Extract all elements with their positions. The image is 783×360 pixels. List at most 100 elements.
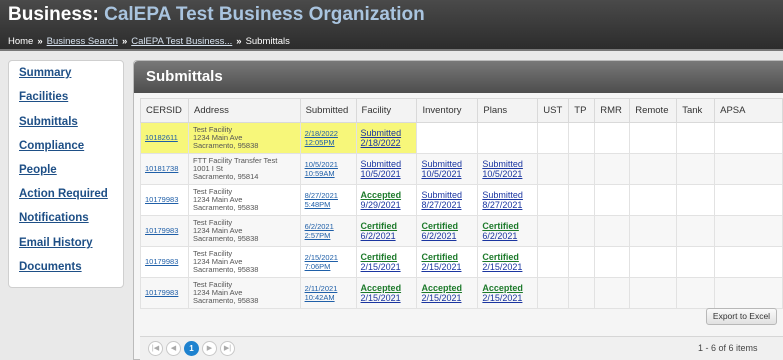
- first-page-icon[interactable]: |◀: [148, 341, 163, 356]
- breadcrumb-business[interactable]: CalEPA Test Business...: [131, 36, 232, 47]
- facility-date-link[interactable]: 2/15/2021: [361, 293, 413, 303]
- sidebar-item-summary[interactable]: Summary: [19, 67, 71, 79]
- sidebar-item-action-required[interactable]: Action Required: [19, 188, 108, 200]
- col-header-submitted[interactable]: Submitted: [299, 98, 357, 123]
- plans-status-link[interactable]: Certified: [482, 252, 533, 262]
- submitted-time-link[interactable]: 10:59AM: [305, 169, 352, 178]
- plans-status-link[interactable]: Certified: [482, 221, 533, 231]
- facility-date-link[interactable]: 10/5/2021: [361, 169, 413, 179]
- inventory-status-link[interactable]: Accepted: [421, 283, 473, 293]
- pager-bar: [140, 336, 783, 360]
- sidebar-item-people[interactable]: People: [19, 164, 57, 176]
- submitted-time-link[interactable]: 7:06PM: [305, 262, 352, 271]
- submitted-cell: 10/5/2021 10:59AM: [299, 153, 357, 185]
- submitted-time-link[interactable]: 2:57PM: [305, 231, 352, 240]
- submitted-date-link[interactable]: 10/5/2021: [305, 160, 352, 169]
- sidebar-item-submittals[interactable]: Submittals: [19, 116, 78, 128]
- plans-date-link[interactable]: 2/15/2021: [482, 262, 533, 272]
- inventory-date-link[interactable]: 10/5/2021: [421, 169, 473, 179]
- inventory-status-link[interactable]: Submitted: [421, 190, 473, 200]
- plans-date-link[interactable]: 6/2/2021: [482, 231, 533, 241]
- col-header-facility[interactable]: Facility: [355, 98, 418, 123]
- submitted-date-link[interactable]: 2/18/2022: [305, 129, 352, 138]
- submitted-time-link[interactable]: 10:42AM: [305, 293, 352, 302]
- inventory-date-link[interactable]: 2/15/2021: [421, 262, 473, 272]
- cersid-link[interactable]: 10182611: [145, 133, 178, 142]
- facility-status-link[interactable]: Accepted: [361, 190, 413, 200]
- sidebar-item-documents[interactable]: Documents: [19, 261, 82, 273]
- panel-header: Submittals: [134, 61, 783, 93]
- col-header-rmr[interactable]: RMR: [594, 98, 631, 123]
- col-header-remote[interactable]: Remote: [629, 98, 678, 123]
- plans-status-link[interactable]: Submitted: [482, 159, 533, 169]
- facility-date-link[interactable]: 2/18/2022: [361, 138, 413, 148]
- title-prefix: Business:: [8, 4, 99, 25]
- prev-page-icon[interactable]: ◀: [166, 341, 181, 356]
- facility-date-link[interactable]: 6/2/2021: [361, 231, 413, 241]
- col-header-ust[interactable]: UST: [537, 98, 570, 123]
- facility-status-link[interactable]: Certified: [361, 252, 413, 262]
- inventory-date-link[interactable]: 2/15/2021: [421, 293, 473, 303]
- ust-cell: [537, 184, 570, 216]
- col-header-plans[interactable]: Plans: [477, 98, 539, 123]
- cersid-cell: 10179983: [140, 184, 189, 216]
- cersid-link[interactable]: 10179983: [145, 288, 178, 297]
- submitted-date-link[interactable]: 2/11/2021: [305, 284, 352, 293]
- cersid-link[interactable]: 10179983: [145, 257, 178, 266]
- last-page-icon[interactable]: ▶|: [220, 341, 235, 356]
- submittals-table: CERSID Address Submitted Facility Invent…: [140, 98, 783, 309]
- col-header-apsa[interactable]: APSA: [714, 98, 783, 123]
- submitted-date-link[interactable]: 6/2/2021: [305, 222, 352, 231]
- submitted-date-link[interactable]: 2/15/2021: [305, 253, 352, 262]
- facility-status-link[interactable]: Certified: [361, 221, 413, 231]
- sidebar-item-notifications[interactable]: Notifications: [19, 212, 89, 224]
- rmr-cell: [594, 184, 631, 216]
- plans-status-link[interactable]: Accepted: [482, 283, 533, 293]
- plans-date-link[interactable]: 10/5/2021: [482, 169, 533, 179]
- apsa-cell: [714, 184, 783, 216]
- plans-date-link[interactable]: 2/15/2021: [482, 293, 533, 303]
- address-line-3: Sacramento, 95838: [192, 234, 259, 243]
- submitted-date-link[interactable]: 8/27/2021: [305, 191, 352, 200]
- submitted-time-link[interactable]: 5:48PM: [305, 200, 352, 209]
- col-header-tp[interactable]: TP: [568, 98, 596, 123]
- facility-date-link[interactable]: 2/15/2021: [361, 262, 413, 272]
- remote-cell: [629, 184, 678, 216]
- sidebar-item-facilities[interactable]: Facilities: [19, 91, 68, 103]
- address-cell: FTT Facility Transfer Test 1001 I St Sacra…: [187, 153, 301, 185]
- inventory-status-link[interactable]: Submitted: [421, 159, 473, 169]
- cersid-link[interactable]: 10179983: [145, 195, 178, 204]
- inventory-status-link[interactable]: Certified: [421, 221, 473, 231]
- inventory-status-link[interactable]: Certified: [421, 252, 473, 262]
- current-page-button[interactable]: 1: [184, 341, 199, 356]
- cersid-link[interactable]: 10179983: [145, 226, 178, 235]
- table-row: 10179983 Test Facility 1234 Main Ave Sacra…: [140, 184, 783, 216]
- plans-status-link[interactable]: Submitted: [482, 190, 533, 200]
- col-header-cersid[interactable]: CERSID: [140, 98, 189, 123]
- next-page-icon[interactable]: ▶: [202, 341, 217, 356]
- address-line-3: Sacramento, 95838: [192, 141, 259, 150]
- plans-cell: Certified 2/15/2021: [477, 246, 539, 278]
- submitted-time-link[interactable]: 12:05PM: [305, 138, 352, 147]
- inventory-date-link[interactable]: 8/27/2021: [421, 200, 473, 210]
- cersid-link[interactable]: 10181738: [145, 164, 178, 173]
- cersid-cell: 10179983: [140, 215, 189, 247]
- col-header-address[interactable]: Address: [187, 98, 301, 123]
- facility-status-link[interactable]: Accepted: [361, 283, 413, 293]
- sidebar-item-email-history[interactable]: Email History: [19, 237, 93, 249]
- plans-date-link[interactable]: 8/27/2021: [482, 200, 533, 210]
- apsa-cell: [714, 277, 783, 309]
- facility-status-link[interactable]: Submitted: [361, 128, 413, 138]
- breadcrumb-business-search[interactable]: Business Search: [47, 36, 118, 47]
- facility-status-link[interactable]: Submitted: [361, 159, 413, 169]
- export-to-excel-button[interactable]: Export to Excel: [706, 308, 777, 325]
- col-header-tank[interactable]: Tank: [676, 98, 716, 123]
- col-header-inventory[interactable]: Inventory: [416, 98, 479, 123]
- submitted-cell: 2/18/2022 12:05PM: [299, 122, 357, 154]
- inventory-date-link[interactable]: 6/2/2021: [421, 231, 473, 241]
- sidebar-item-compliance[interactable]: Compliance: [19, 140, 84, 152]
- breadcrumb-home[interactable]: Home: [8, 36, 33, 47]
- tank-cell: [676, 215, 716, 247]
- cersid-cell: 10179983: [140, 277, 189, 309]
- facility-date-link[interactable]: 9/29/2021: [361, 200, 413, 210]
